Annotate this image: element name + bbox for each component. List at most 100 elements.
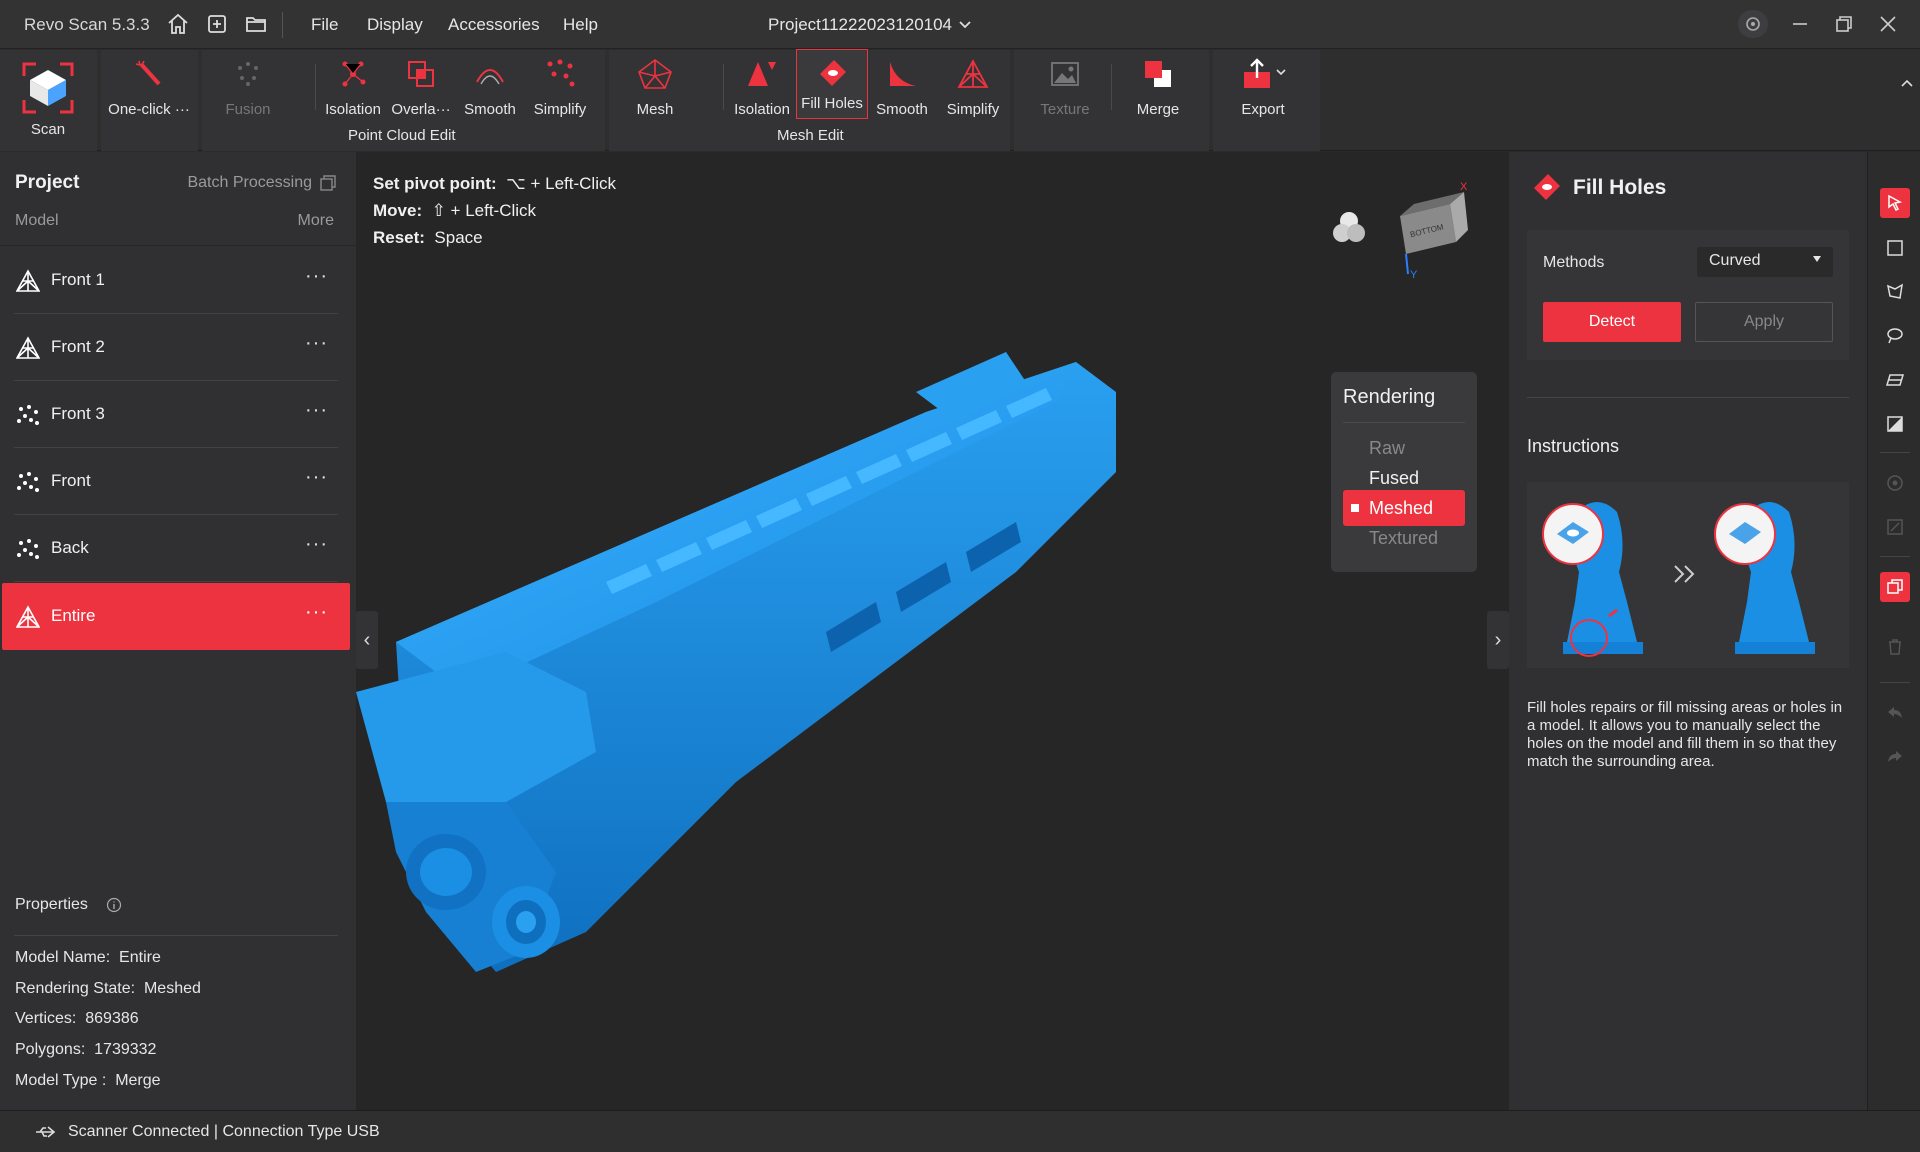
app-name: Revo Scan 5.3.3 xyxy=(24,15,150,34)
chevron-left-icon: ‹ xyxy=(363,628,371,651)
mesh-isolation-button[interactable]: Isolation xyxy=(727,56,797,118)
apply-button[interactable]: Apply xyxy=(1695,302,1833,342)
texture-icon xyxy=(1051,62,1079,86)
model-name: Back xyxy=(51,538,89,557)
model-item-front[interactable]: Front ··· xyxy=(14,448,338,515)
menu-help[interactable]: Help xyxy=(563,15,598,35)
model-options-button[interactable]: ··· xyxy=(305,332,328,355)
model-item-front-2[interactable]: Front 2 ··· xyxy=(14,314,338,381)
detect-button[interactable]: Detect xyxy=(1543,302,1681,342)
scan-icon xyxy=(22,62,74,114)
restore-icon[interactable] xyxy=(1833,13,1855,35)
edit-tool-button[interactable] xyxy=(1880,512,1910,542)
3d-viewport[interactable]: Set pivot point: ⌥ + Left-Click Move: ⇧ … xyxy=(356,152,1509,1110)
delete-button[interactable] xyxy=(1880,632,1910,662)
mesh-simplify-button[interactable]: Simplify xyxy=(941,56,1005,118)
info-icon[interactable] xyxy=(106,897,122,913)
minimize-icon[interactable] xyxy=(1789,13,1811,35)
export-button[interactable]: Export xyxy=(1227,56,1299,118)
usb-icon xyxy=(36,1126,56,1138)
menu-file[interactable]: File xyxy=(311,15,338,35)
model-options-button[interactable]: ··· xyxy=(305,601,328,624)
pc-smooth-button[interactable]: Smooth xyxy=(460,56,520,118)
rect-select-button[interactable] xyxy=(1880,233,1910,263)
more-button[interactable]: More xyxy=(298,212,334,230)
plane-select-button[interactable] xyxy=(1880,365,1910,395)
pc-smooth-label: Smooth xyxy=(464,101,516,118)
disabled-tool-button[interactable] xyxy=(1880,468,1910,498)
prop-model-name: Model Name: Entire xyxy=(15,949,161,966)
undo-button[interactable] xyxy=(1880,698,1910,728)
lasso-select-button[interactable] xyxy=(1880,321,1910,351)
caret-down-icon xyxy=(1813,256,1821,262)
methods-section: Methods Curved Detect Apply xyxy=(1527,230,1849,360)
rendering-title: Rendering xyxy=(1343,386,1436,408)
open-folder-icon[interactable] xyxy=(244,12,268,36)
project-panel: Project Batch Processing Model More Fron… xyxy=(0,152,356,1110)
collapse-right-panel-button[interactable]: › xyxy=(1487,611,1509,669)
model-options-button[interactable]: ··· xyxy=(305,533,328,556)
redo-icon xyxy=(1888,751,1902,762)
model-item-front-1[interactable]: Front 1 ··· xyxy=(14,247,338,314)
status-bar: Scanner Connected | Connection Type USB xyxy=(0,1110,1920,1152)
model-options-button[interactable]: ··· xyxy=(305,466,328,489)
fill-holes-button[interactable]: Fill Holes xyxy=(796,49,868,119)
pc-simplify-button[interactable]: Simplify xyxy=(528,56,592,118)
collapse-left-panel-button[interactable]: ‹ xyxy=(356,611,378,669)
select-tool-button[interactable] xyxy=(1880,188,1910,218)
methods-select[interactable]: Curved xyxy=(1697,247,1833,277)
selection-toolbar xyxy=(1867,152,1920,1110)
mesh-smooth-button[interactable]: Smooth xyxy=(871,56,933,118)
properties-heading: Properties xyxy=(15,896,122,914)
fill-holes-icon xyxy=(820,60,846,86)
batch-processing-button[interactable]: Batch Processing xyxy=(187,174,336,192)
settings-button[interactable] xyxy=(1738,10,1768,38)
title-divider xyxy=(282,12,283,38)
invert-select-button[interactable] xyxy=(1880,409,1910,439)
model-name: Front xyxy=(51,471,91,490)
smooth-icon xyxy=(476,69,504,85)
pencil-icon xyxy=(1887,519,1903,535)
pc-isolation-label: Isolation xyxy=(325,101,381,118)
fill-holes-panel: Fill Holes Methods Curved Detect Apply I… xyxy=(1509,152,1867,1110)
mesh-button[interactable]: Mesh xyxy=(625,56,685,118)
pc-isolation-button[interactable]: Isolation xyxy=(318,56,388,118)
model-item-front-3[interactable]: Front 3 ··· xyxy=(14,381,338,448)
home-icon[interactable] xyxy=(166,12,190,36)
instructions-title: Instructions xyxy=(1527,436,1620,456)
one-click-label: One-click ··· xyxy=(108,101,190,118)
model-item-entire[interactable]: Entire ··· xyxy=(2,583,350,650)
smooth-mesh-icon xyxy=(890,62,916,86)
model-item-back[interactable]: Back ··· xyxy=(14,515,338,582)
methods-label: Methods xyxy=(1543,254,1605,271)
scan-button[interactable]: Scan xyxy=(10,54,86,142)
rendering-divider xyxy=(1343,422,1465,423)
menu-display[interactable]: Display xyxy=(367,15,423,35)
mesh-model-icon xyxy=(16,605,40,628)
fusion-button[interactable]: Fusion xyxy=(222,56,274,118)
merge-button[interactable]: Merge xyxy=(1126,56,1190,118)
new-project-icon[interactable] xyxy=(205,12,229,36)
fusion-icon xyxy=(238,62,258,86)
methods-value: Curved xyxy=(1709,252,1761,269)
project-selector[interactable]: Project11222023120104 xyxy=(768,15,972,35)
merge-label: Merge xyxy=(1136,101,1180,118)
menu-accessories[interactable]: Accessories xyxy=(448,15,540,35)
ribbon-divider xyxy=(723,64,724,110)
model-options-button[interactable]: ··· xyxy=(305,399,328,422)
model-options-button[interactable]: ··· xyxy=(305,265,328,288)
fill-hole-tool-button[interactable] xyxy=(1880,572,1910,602)
close-icon[interactable] xyxy=(1877,13,1899,35)
magic-wand-icon xyxy=(135,60,161,86)
polygon-select-button[interactable] xyxy=(1880,277,1910,307)
point-cloud-edit-group: Fusion Isolation Overla··· Smooth Simpli… xyxy=(202,50,605,151)
rendering-option-textured[interactable]: Textured xyxy=(1343,520,1465,556)
collapse-ribbon-icon[interactable] xyxy=(1900,78,1914,88)
mesh-model-icon xyxy=(16,269,40,292)
one-click-button[interactable]: One-click ··· xyxy=(105,56,193,118)
mesh-model-render xyxy=(356,352,1116,972)
pc-overlap-button[interactable]: Overla··· xyxy=(390,56,452,118)
texture-button[interactable]: Texture xyxy=(1034,56,1096,118)
redo-button[interactable] xyxy=(1880,742,1910,772)
point-cloud-edit-label: Point Cloud Edit xyxy=(348,127,456,144)
